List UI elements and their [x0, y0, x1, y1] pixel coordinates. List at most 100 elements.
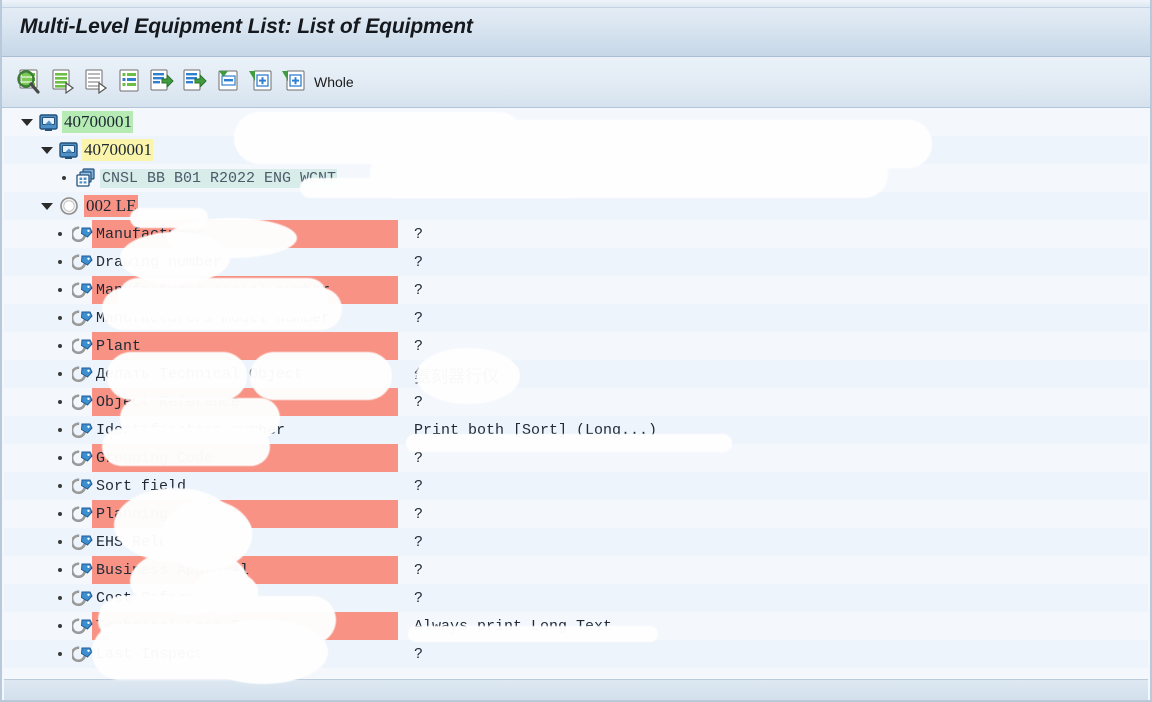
equipment-tree[interactable]: 40700001 40700001 CNSL BB B01 R2022 ENG …	[4, 108, 1148, 680]
tree-leaf-bullet	[52, 276, 70, 304]
circle-node-icon	[56, 192, 82, 220]
attribute-value: ?	[414, 337, 424, 355]
attribute-value: ?	[414, 589, 424, 607]
export-list-icon[interactable]	[148, 67, 177, 97]
attribute-name: Sort field	[96, 477, 187, 495]
attribute-name: Cost Reference	[96, 589, 223, 607]
attribute-name: Manufacturers model number	[96, 309, 331, 327]
attribute-name: EHS Relevant	[96, 533, 205, 551]
tree-leaf-bullet	[52, 556, 70, 584]
tree-node-label: 40700001	[62, 111, 133, 133]
characteristic-icon	[70, 500, 96, 528]
tree-node-row[interactable]: 002 LE	[4, 192, 1148, 220]
tree-node-code: 002 LE	[84, 195, 138, 217]
attribute-value: ?	[414, 533, 424, 551]
attribute-name: Identification number	[96, 421, 286, 439]
attribute-row[interactable]: Business Approval ?	[4, 556, 1148, 584]
expand-subtree-icon[interactable]	[49, 67, 78, 97]
attribute-value: ?	[414, 253, 424, 271]
characteristic-icon	[70, 248, 96, 276]
attribute-name: Business Approval	[96, 561, 250, 579]
attribute-value: Print both [Sort] (Long...)	[414, 421, 658, 439]
tree-leaf-bullet	[52, 220, 70, 248]
expand-one-level-icon[interactable]	[247, 67, 276, 97]
tree-leaf-bullet	[52, 416, 70, 444]
window-title-bar: Multi-Level Equipment List: List of Equi…	[2, 0, 1150, 57]
attribute-value: ?	[414, 561, 424, 579]
attribute-row[interactable]: Last Inspection Date ?	[4, 640, 1148, 668]
page-title: Multi-Level Equipment List: List of Equi…	[20, 15, 473, 38]
expander-toggle[interactable]	[38, 192, 56, 220]
tree-leaf-bullet	[52, 444, 70, 472]
attribute-row[interactable]: Manufacturer ?	[4, 220, 1148, 248]
characteristic-icon	[70, 472, 96, 500]
attribute-row[interactable]: EHS Relevant ?	[4, 528, 1148, 556]
attribute-row[interactable]: Cost Reference ?	[4, 584, 1148, 612]
attribute-row[interactable]: Identification number Print both [Sort] …	[4, 416, 1148, 444]
expand-whole-icon[interactable]	[280, 67, 309, 97]
attribute-name: Drawing number	[96, 253, 223, 271]
toolbar-whole-label[interactable]: Whole	[314, 74, 354, 90]
application-window: Multi-Level Equipment List: List of Equi…	[0, 0, 1152, 702]
attribute-row[interactable]: Grouping Code ?	[4, 444, 1148, 472]
attribute-value: ?	[414, 393, 424, 411]
attribute-name: Object Reference	[96, 393, 241, 411]
attribute-row[interactable]: Plant ?	[4, 332, 1148, 360]
attribute-row[interactable]: Technical Long Text Always print Long Te…	[4, 612, 1148, 640]
collapse-subtree-icon[interactable]	[82, 67, 111, 97]
attribute-name: Grouping Code	[96, 449, 214, 467]
attribute-value: 氨刻器行仪	[414, 366, 499, 387]
attribute-name: Делать Technical Object	[96, 365, 304, 383]
attribute-row[interactable]: Planning descrit ?	[4, 500, 1148, 528]
attribute-row[interactable]: Manufacturers model number ?	[4, 304, 1148, 332]
attribute-row[interactable]: Делать Technical Object 氨刻器行仪	[4, 360, 1148, 388]
attribute-name: Manufacturer serial number	[96, 281, 331, 299]
attribute-row[interactable]: Drawing number ?	[4, 248, 1148, 276]
characteristic-icon	[70, 416, 96, 444]
tree-leaf-bullet	[56, 164, 74, 192]
find-icon[interactable]	[16, 67, 45, 97]
tree-node-row[interactable]: 40700001	[4, 108, 1148, 136]
characteristic-icon	[70, 388, 96, 416]
expander-toggle[interactable]	[18, 108, 36, 136]
attribute-row[interactable]: Object Reference ?	[4, 388, 1148, 416]
expander-toggle[interactable]	[38, 136, 56, 164]
tree-leaf-bullet	[52, 332, 70, 360]
attribute-row[interactable]: Sort field ?	[4, 472, 1148, 500]
toolbar: Whole	[2, 57, 1150, 108]
attribute-name: Planning descrit	[96, 505, 241, 523]
characteristic-icon	[70, 332, 96, 360]
equipment-icon	[36, 108, 62, 136]
tree-leaf-bullet	[52, 500, 70, 528]
tree-node-label: CNSL BB B01 R2022 ENG WCNT	[100, 168, 338, 188]
tree-leaf-bullet	[52, 528, 70, 556]
characteristic-icon	[70, 584, 96, 612]
characteristic-icon	[70, 556, 96, 584]
characteristic-icon	[70, 444, 96, 472]
tree-leaf-bullet	[52, 388, 70, 416]
attribute-value: Always print Long Text	[414, 617, 613, 635]
tree-node-row[interactable]: CNSL BB B01 R2022 ENG WCNT	[4, 164, 1148, 192]
attribute-value: ?	[414, 225, 424, 243]
characteristic-icon	[70, 220, 96, 248]
tree-leaf-bullet	[52, 360, 70, 388]
export-list-2-icon[interactable]	[181, 67, 210, 97]
tree-leaf-bullet	[52, 640, 70, 668]
characteristic-icon	[70, 612, 96, 640]
attribute-row[interactable]: Manufacturer serial number ?	[4, 276, 1148, 304]
tree-node-label: 40700001	[82, 139, 153, 161]
tree-leaf-bullet	[52, 612, 70, 640]
attribute-list: Manufacturer ? Drawing number ? Manufact…	[4, 220, 1148, 668]
attribute-name: Technical Long Text	[96, 617, 268, 635]
attribute-name: Manufacturer	[96, 225, 205, 243]
tree-leaf-bullet	[52, 472, 70, 500]
tree-node-label: 002 LE	[82, 195, 138, 217]
attribute-value: ?	[414, 449, 424, 467]
attribute-value: ?	[414, 309, 424, 327]
tree-node-row[interactable]: 40700001	[4, 136, 1148, 164]
characteristic-icon	[70, 360, 96, 388]
detail-list-icon[interactable]	[115, 67, 144, 97]
characteristic-icon	[70, 528, 96, 556]
collapse-all-icon[interactable]	[214, 67, 243, 97]
tree-leaf-bullet	[52, 248, 70, 276]
